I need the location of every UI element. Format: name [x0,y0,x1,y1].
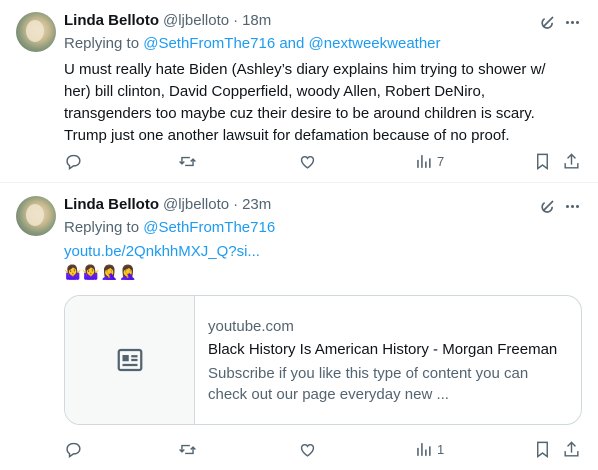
reply-button[interactable] [64,432,83,466]
tweet-text: U must really hate Biden (Ashley’s diary… [64,61,546,144]
tweet-header: Linda Belloto @ljbelloto · 18m [64,10,271,30]
mention-link[interactable]: @SethFromThe716 [143,219,275,236]
share-icon [564,440,579,457]
reply-icon [66,442,81,458]
author-handle[interactable]: @ljbelloto [163,196,229,213]
bookmark-button[interactable] [533,144,552,178]
heart-icon [300,155,315,169]
tweet[interactable]: Linda Belloto @ljbelloto · 18m Replying … [0,0,598,183]
replying-prefix: Replying to [64,35,144,52]
repost-icon [179,444,196,454]
repost-icon [179,156,196,166]
author-name[interactable]: Linda Belloto [64,12,159,29]
views-button[interactable]: 1 [414,432,444,466]
emoji-line: 🤷‍♀️🤷‍♀️🤦‍♀️🤦‍♀️ [64,264,138,280]
heart-icon [300,443,315,457]
card-thumbnail [65,296,195,424]
mention-link[interactable]: @SethFromThe716 [143,35,275,52]
reply-button[interactable] [64,144,83,178]
author-name[interactable]: Linda Belloto [64,196,159,213]
bookmark-icon [537,441,548,458]
article-icon [117,348,142,372]
mention-link[interactable]: @nextweekweather [309,35,441,52]
tweet[interactable]: Linda Belloto @ljbelloto · 23m Replying … [0,184,598,470]
repost-button[interactable] [178,432,197,466]
card-title: Black History Is American History - Morg… [208,341,558,358]
share-button[interactable] [562,432,581,466]
like-button[interactable] [298,144,317,178]
separator-dot: · [233,195,239,213]
avatar[interactable] [16,12,56,52]
views-icon [417,154,431,168]
bookmark-button[interactable] [533,432,552,466]
grok-icon[interactable] [538,12,558,32]
mention-joiner: and [275,35,309,52]
separator-dot: · [233,11,239,29]
avatar[interactable] [16,196,56,236]
views-button[interactable]: 7 [414,144,444,178]
timestamp[interactable]: 23m [242,196,271,213]
more-icon[interactable] [562,196,582,216]
replying-to: Replying to @SethFromThe716 [64,219,275,236]
views-count: 7 [437,153,445,169]
youtube-link[interactable]: youtu.be/2QnkhhMXJ_Q?si... [64,243,260,260]
views-icon [417,442,431,456]
views-count: 1 [437,441,445,457]
like-button[interactable] [298,432,317,466]
share-icon [564,152,579,169]
bookmark-icon [537,153,548,170]
card-domain: youtube.com [208,318,294,335]
reply-icon [66,154,81,170]
author-handle[interactable]: @ljbelloto [163,12,229,29]
replying-prefix: Replying to [64,219,144,236]
action-bar: 1 [56,432,582,466]
timestamp[interactable]: 18m [242,12,271,29]
card-description: Subscribe if you like this type of conte… [208,365,529,403]
replying-to: Replying to @SethFromThe716 and @nextwee… [64,35,441,52]
repost-button[interactable] [178,144,197,178]
share-button[interactable] [562,144,581,178]
action-bar: 7 [56,144,582,178]
grok-icon[interactable] [538,196,558,216]
link-preview-card[interactable]: youtube.com Black History Is American Hi… [64,295,582,425]
more-icon[interactable] [562,12,582,32]
tweet-header: Linda Belloto @ljbelloto · 23m [64,194,271,214]
